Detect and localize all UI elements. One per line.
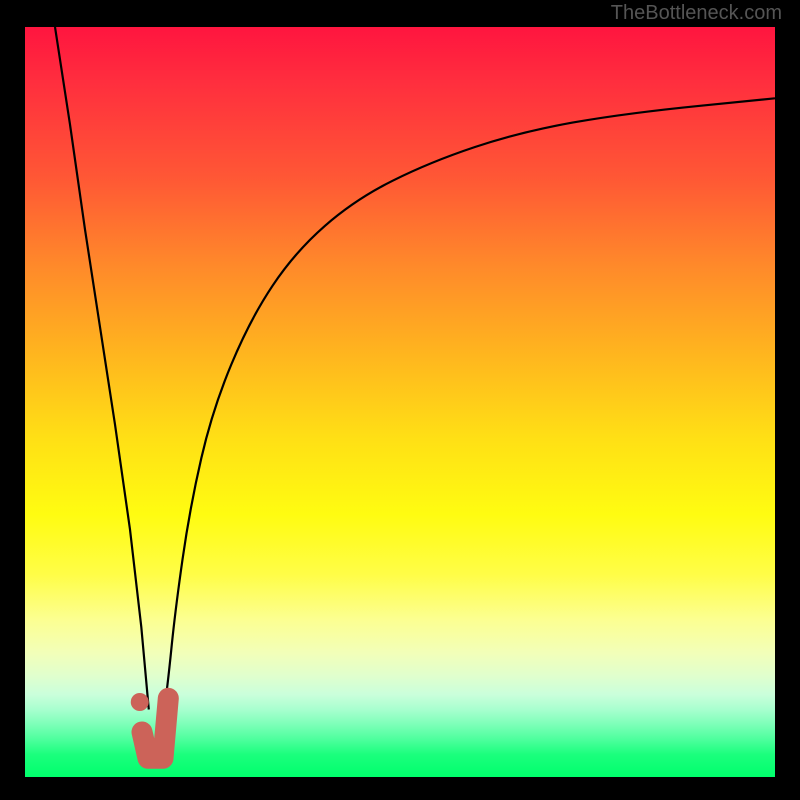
marker-dot bbox=[131, 693, 149, 711]
chart-area bbox=[25, 27, 775, 777]
watermark-label: TheBottleneck.com bbox=[611, 2, 782, 25]
optimal-marker bbox=[25, 27, 775, 777]
